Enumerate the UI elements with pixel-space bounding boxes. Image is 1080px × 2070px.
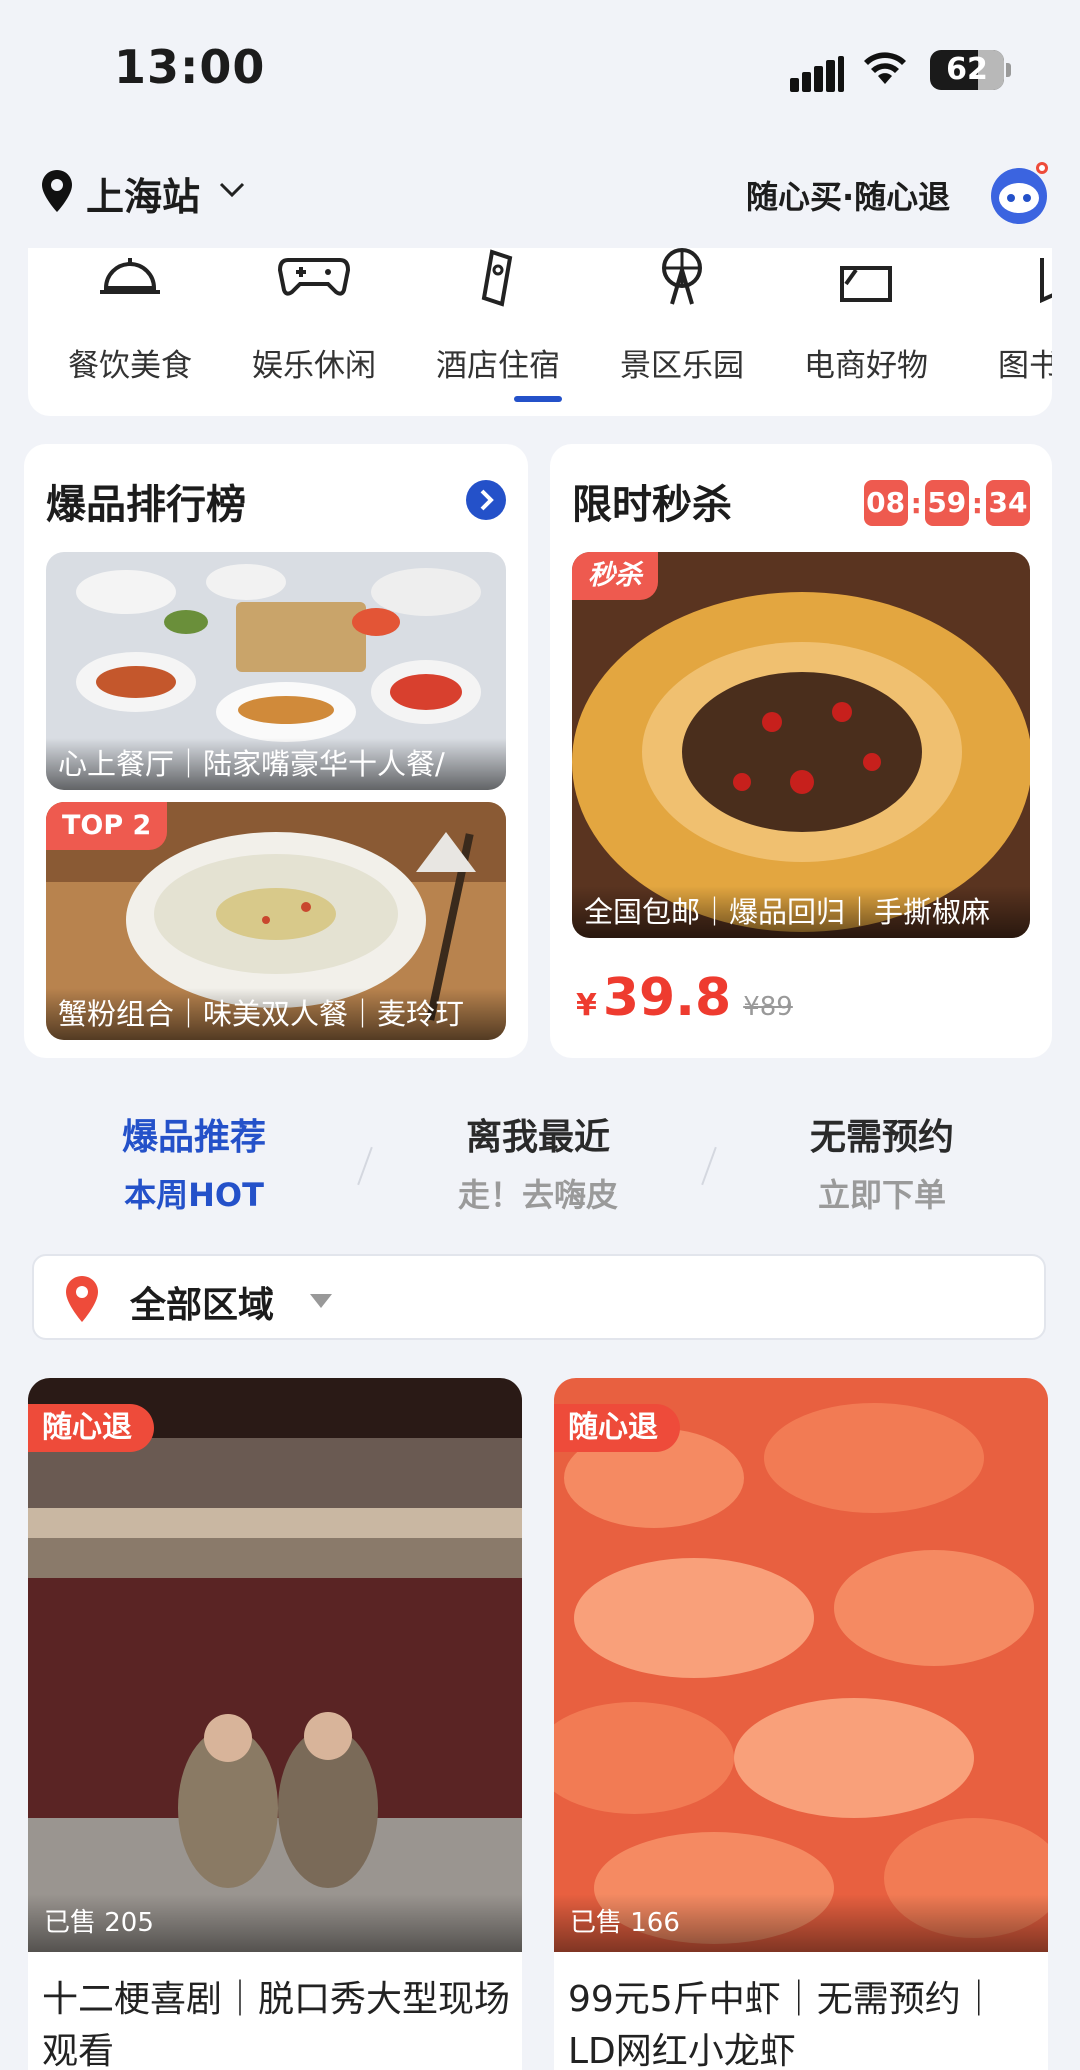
top-rank-badge: TOP 2 bbox=[46, 802, 168, 850]
countdown-hours: 08 bbox=[863, 480, 908, 526]
caret-down-icon bbox=[310, 1294, 332, 1308]
price-value: 39.8 bbox=[602, 968, 732, 1028]
original-price: ¥89 bbox=[743, 992, 793, 1022]
crayfish-image bbox=[554, 1378, 1048, 1952]
comedy-theater-image bbox=[28, 1378, 522, 1952]
ranking-title: 爆品排行榜 bbox=[46, 482, 246, 528]
countdown-timer: 08 : 59 : 34 bbox=[863, 480, 1030, 526]
header: 上海站 随心买·随心退 bbox=[0, 140, 1080, 250]
category-books[interactable]: 图书 bbox=[970, 248, 1052, 416]
tab-subtitle: 走！去嗨皮 bbox=[457, 1176, 618, 1214]
category-label: 电商好物 bbox=[804, 348, 928, 384]
region-label: 全部区域 bbox=[130, 1285, 275, 1326]
cellular-signal-icon bbox=[790, 56, 846, 92]
flash-sale-title: 限时秒杀 bbox=[572, 482, 732, 528]
tab-subtitle: 立即下单 bbox=[817, 1176, 946, 1214]
shopping-bag-icon bbox=[840, 266, 892, 302]
category-label: 娱乐休闲 bbox=[252, 348, 376, 384]
ranking-item-1[interactable]: 心上餐厅｜陆家嘴豪华十人餐/ bbox=[46, 552, 506, 790]
product-title: 99元5斤中虾｜无需预约｜LD网红小龙虾 bbox=[568, 1979, 997, 2070]
feed-tabs: 爆品推荐 本周HOT 离我最近 走！去嗨皮 无需预约 立即下单 bbox=[24, 1094, 1052, 1224]
category-label: 酒店住宿 bbox=[436, 348, 560, 384]
category-label: 景区乐园 bbox=[620, 348, 744, 384]
price-symbol: ¥ bbox=[576, 988, 597, 1023]
category-active-indicator bbox=[514, 396, 562, 402]
category-label: 图书 bbox=[998, 348, 1052, 384]
battery-level: 62 bbox=[946, 52, 988, 87]
sold-count: 已售 205 bbox=[28, 1894, 522, 1952]
wifi-icon bbox=[864, 52, 906, 84]
category-hotel[interactable]: 酒店住宿 bbox=[418, 248, 578, 416]
refund-badge: 随心退 bbox=[28, 1404, 154, 1452]
product-card[interactable]: 随心退 已售 205 十二梗喜剧｜脱口秀大型现场观看 bbox=[28, 1378, 522, 2070]
status-bar: 13:00 62 bbox=[0, 0, 1080, 140]
tab-hot[interactable]: 爆品推荐 本周HOT bbox=[24, 1108, 364, 1216]
tab-no-booking[interactable]: 无需预约 立即下单 bbox=[712, 1108, 1052, 1216]
category-strip: 餐饮美食 娱乐休闲 酒店住宿 景区乐园 电商好物 图书 bbox=[28, 248, 1052, 416]
chevron-right-icon bbox=[480, 489, 494, 511]
slogan: 随心买·随心退 bbox=[746, 178, 951, 216]
flash-sale-price: ¥ 39.8 ¥89 bbox=[576, 968, 793, 1028]
category-dining[interactable]: 餐饮美食 bbox=[50, 248, 210, 416]
flash-sale-badge: 秒杀 bbox=[572, 552, 658, 600]
city-selector[interactable]: 上海站 bbox=[86, 166, 200, 221]
book-icon bbox=[1040, 258, 1052, 304]
tab-title: 无需预约 bbox=[809, 1117, 954, 1158]
category-ecommerce[interactable]: 电商好物 bbox=[786, 248, 946, 416]
status-time: 13:00 bbox=[114, 40, 266, 94]
tab-subtitle: 本周HOT bbox=[124, 1176, 264, 1214]
flash-sale-product[interactable]: 秒杀 全国包邮｜爆品回归｜手撕椒麻 bbox=[572, 552, 1030, 938]
tab-title: 爆品推荐 bbox=[121, 1117, 266, 1158]
countdown-separator: : bbox=[971, 486, 983, 520]
dining-bell-icon bbox=[100, 258, 160, 294]
category-scenic[interactable]: 景区乐园 bbox=[602, 248, 762, 416]
countdown-minutes: 59 bbox=[924, 480, 969, 526]
ranking-item-2[interactable]: TOP 2 蟹粉组合｜味美双人餐｜麦玲玎 bbox=[46, 802, 506, 1040]
product-title: 十二梗喜剧｜脱口秀大型现场观看 bbox=[42, 1979, 511, 2070]
product-image: 随心退 已售 205 bbox=[28, 1378, 522, 1952]
ranking-item-caption: 心上餐厅｜陆家嘴豪华十人餐/ bbox=[46, 738, 506, 790]
map-pin-icon bbox=[66, 1276, 98, 1322]
tab-title: 离我最近 bbox=[465, 1117, 610, 1158]
ranking-more-button[interactable] bbox=[466, 480, 506, 520]
countdown-seconds: 34 bbox=[986, 480, 1030, 526]
location-pin-icon[interactable] bbox=[40, 168, 74, 214]
chevron-down-icon[interactable] bbox=[218, 180, 246, 200]
sold-count: 已售 166 bbox=[554, 1894, 1048, 1952]
tab-nearby[interactable]: 离我最近 走！去嗨皮 bbox=[368, 1108, 708, 1216]
region-filter[interactable]: 全部区域 bbox=[32, 1254, 1046, 1340]
product-image: 随心退 已售 166 bbox=[554, 1378, 1048, 1952]
assistant-robot-icon[interactable] bbox=[984, 158, 1054, 228]
flash-sale-card[interactable]: 限时秒杀 08 : 59 : 34 秒杀 全国包邮｜爆品回归｜手撕椒麻 ¥ 39… bbox=[550, 444, 1052, 1058]
countdown-separator: : bbox=[910, 486, 922, 520]
flash-sale-caption: 全国包邮｜爆品回归｜手撕椒麻 bbox=[572, 886, 1030, 938]
pepper-chicken-image bbox=[572, 552, 1030, 938]
category-entertainment[interactable]: 娱乐休闲 bbox=[234, 248, 394, 416]
refund-badge: 随心退 bbox=[554, 1404, 680, 1452]
ranking-item-caption: 蟹粉组合｜味美双人餐｜麦玲玎 bbox=[46, 988, 506, 1040]
ferris-wheel-icon bbox=[662, 248, 702, 305]
ranking-card: 爆品排行榜 心上餐厅｜陆家嘴豪华十人餐/ TOP 2 蟹粉组合｜味美双人餐｜麦玲… bbox=[24, 444, 528, 1058]
category-label: 餐饮美食 bbox=[68, 348, 192, 384]
hotel-tag-icon bbox=[481, 249, 513, 307]
battery-icon: 62 bbox=[930, 50, 1011, 90]
gamepad-icon bbox=[277, 258, 351, 296]
product-card[interactable]: 随心退 已售 166 99元5斤中虾｜无需预约｜LD网红小龙虾 bbox=[554, 1378, 1048, 2070]
